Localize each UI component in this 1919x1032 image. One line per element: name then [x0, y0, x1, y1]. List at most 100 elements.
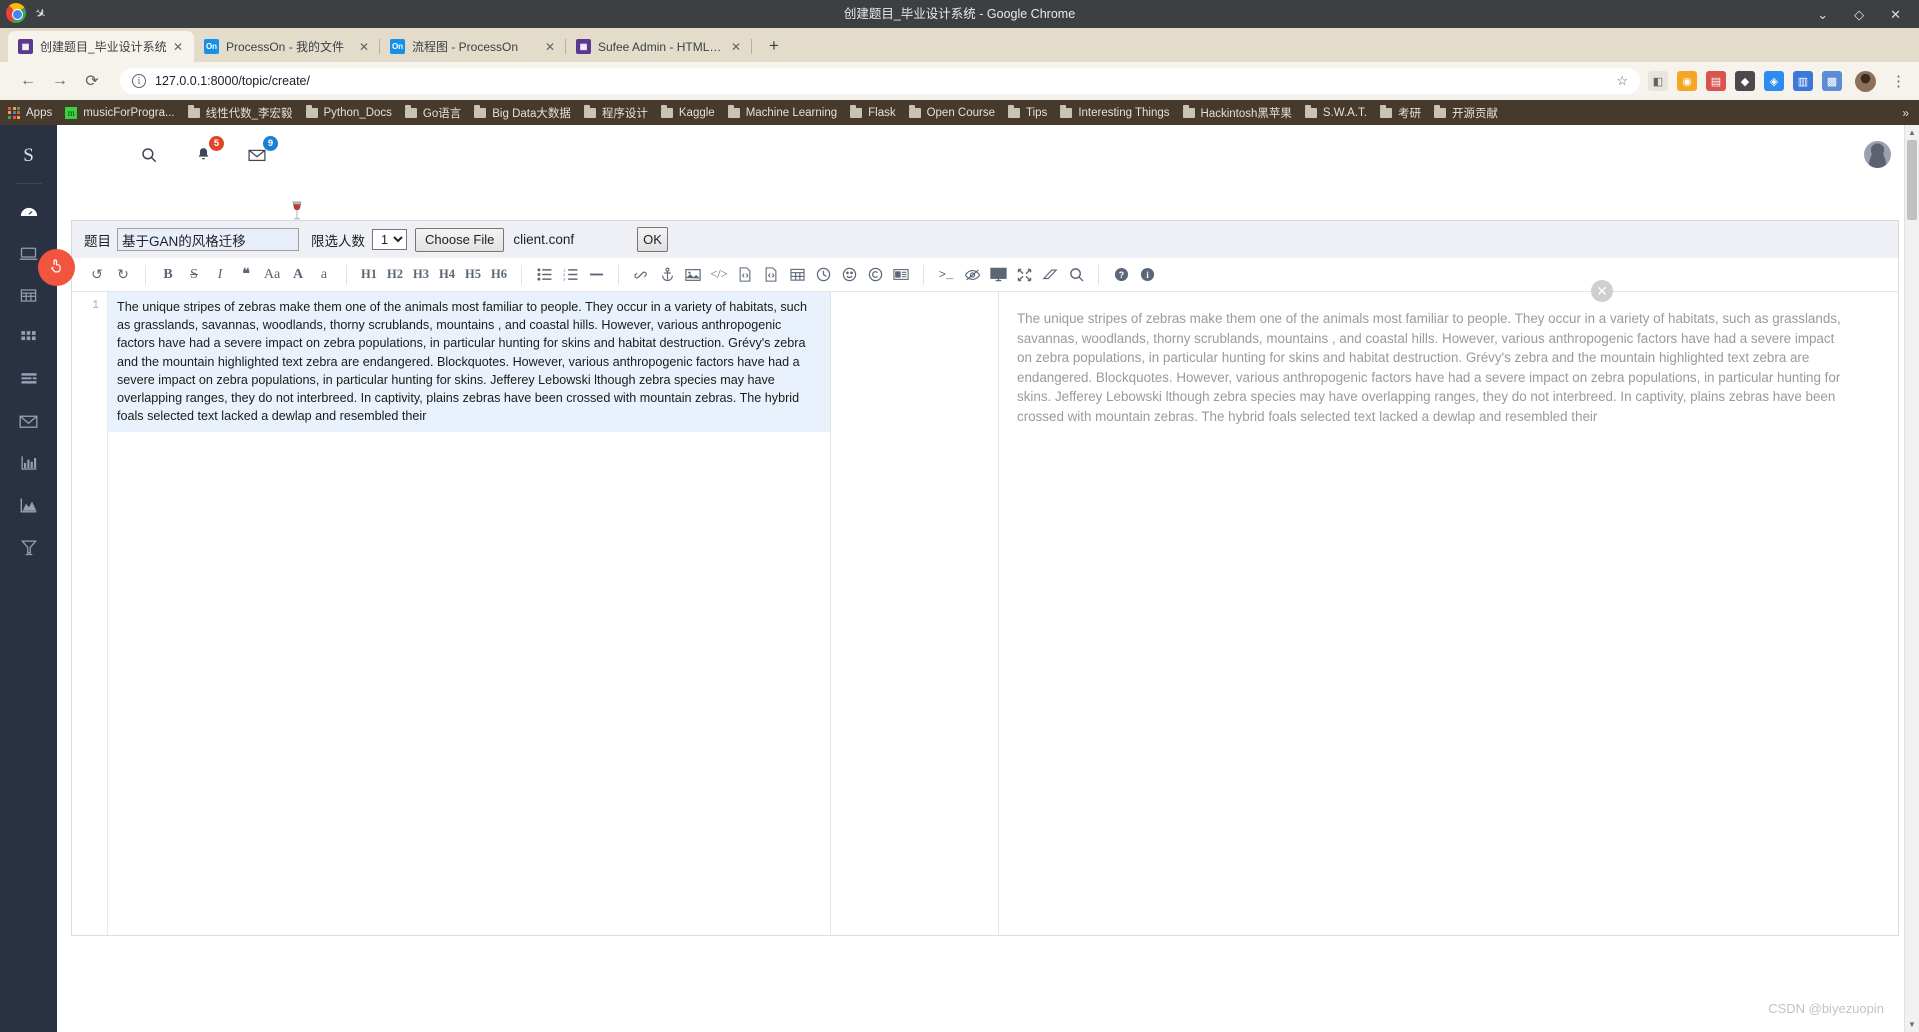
bold-button[interactable]: B — [155, 258, 181, 292]
font-size-button[interactable]: Aa — [259, 258, 285, 292]
browser-tab-1[interactable]: ▦ 创建题目_毕业设计系统 ✕ — [8, 31, 194, 62]
browser-tab-3[interactable]: On 流程图 - ProcessOn ✕ — [380, 31, 566, 62]
extension-icon-3[interactable]: ▤ — [1706, 71, 1726, 91]
sidebar-item-apps[interactable] — [9, 316, 49, 358]
clear-button[interactable] — [1037, 258, 1063, 292]
tab-close-icon[interactable]: ✕ — [356, 40, 372, 54]
bookmark-item[interactable]: 开源贡献 — [1434, 105, 1498, 121]
emoji-button[interactable] — [836, 258, 862, 292]
bookmark-item[interactable]: Open Course — [908, 105, 995, 119]
redo-button[interactable]: ↻ — [110, 258, 136, 292]
tab-close-icon[interactable]: ✕ — [728, 40, 744, 54]
editor-source-text[interactable]: The unique stripes of zebras make them o… — [108, 292, 830, 433]
address-bar[interactable]: i 127.0.0.1:8000/topic/create/ ☆ — [120, 68, 1640, 94]
close-icon[interactable]: ✕ — [1890, 8, 1901, 21]
bookmark-item[interactable]: Go语言 — [404, 105, 461, 121]
notifications-bell-icon[interactable]: 5 — [191, 135, 224, 167]
ok-button[interactable]: OK — [637, 227, 668, 252]
bookmark-item[interactable]: Machine Learning — [727, 105, 837, 119]
unordered-list-button[interactable] — [531, 258, 557, 292]
copyright-button[interactable] — [862, 258, 888, 292]
sidebar-item-filters[interactable] — [9, 526, 49, 568]
bookmark-item[interactable]: Big Data大数据 — [474, 105, 571, 121]
scroll-down-arrow-icon[interactable]: ▼ — [1905, 1017, 1919, 1032]
scrollbar-thumb[interactable] — [1907, 140, 1917, 220]
page-break-button[interactable] — [888, 258, 914, 292]
extension-icon-1[interactable]: ◧ — [1648, 71, 1668, 91]
table-button[interactable] — [784, 258, 810, 292]
back-button[interactable]: ← — [14, 67, 42, 95]
watch-toggle-button[interactable] — [959, 258, 985, 292]
maximize-icon[interactable]: ◇ — [1854, 8, 1864, 21]
site-info-icon[interactable]: i — [132, 74, 146, 88]
terminal-button[interactable]: >_ — [933, 258, 959, 292]
user-avatar[interactable] — [1864, 141, 1891, 168]
extension-icon-2[interactable]: ◉ — [1677, 71, 1697, 91]
help-button[interactable]: ? — [1108, 258, 1134, 292]
bookmark-item[interactable]: Python_Docs — [305, 105, 392, 119]
uppercase-button[interactable]: A — [285, 258, 311, 292]
extension-icon-6[interactable]: ▥ — [1793, 71, 1813, 91]
ordered-list-button[interactable]: 1 2 3 — [557, 258, 583, 292]
fullscreen-button[interactable] — [1011, 258, 1037, 292]
sidebar-item-dashboard[interactable] — [9, 190, 49, 232]
bookmark-item[interactable]: S.W.A.T. — [1304, 105, 1367, 119]
heading-2-button[interactable]: H2 — [382, 258, 408, 292]
lowercase-button[interactable]: a — [311, 258, 337, 292]
messages-envelope-icon[interactable]: 9 — [245, 135, 278, 167]
sidebar-item-bar-charts[interactable] — [9, 442, 49, 484]
code-block-button[interactable] — [732, 258, 758, 292]
bookmark-item[interactable]: Hackintosh黑苹果 — [1182, 105, 1292, 121]
bookmark-item[interactable]: Interesting Things — [1060, 105, 1170, 119]
bookmarks-overflow-icon[interactable]: » — [1902, 106, 1919, 120]
bookmark-apps[interactable]: Apps — [8, 106, 52, 119]
undo-button[interactable]: ↺ — [84, 258, 110, 292]
link-button[interactable] — [628, 258, 654, 292]
datetime-button[interactable] — [810, 258, 836, 292]
limit-count-select[interactable]: 1 — [372, 229, 407, 250]
bookmark-item[interactable]: Flask — [850, 105, 896, 119]
extension-icon-5[interactable]: ◈ — [1764, 71, 1784, 91]
page-scrollbar[interactable]: ▲ ▼ — [1904, 125, 1919, 1032]
heading-6-button[interactable]: H6 — [486, 258, 512, 292]
bookmark-star-icon[interactable]: ☆ — [1616, 73, 1628, 89]
anchor-button[interactable] — [654, 258, 680, 292]
topic-title-input[interactable] — [117, 228, 299, 251]
info-button[interactable]: i — [1134, 258, 1160, 292]
image-button[interactable] — [680, 258, 706, 292]
browser-tab-4[interactable]: ▦ Sufee Admin - HTML5 Admin ✕ — [566, 31, 752, 62]
heading-5-button[interactable]: H5 — [460, 258, 486, 292]
tab-close-icon[interactable]: ✕ — [170, 40, 186, 54]
heading-4-button[interactable]: H4 — [434, 258, 460, 292]
sidebar-brand[interactable]: S — [23, 139, 34, 173]
scroll-up-arrow-icon[interactable]: ▲ — [1905, 125, 1919, 140]
bookmark-item[interactable]: 线性代数_李宏毅 — [187, 105, 293, 121]
bookmark-item[interactable]: 程序设计 — [583, 105, 648, 121]
chrome-menu-icon[interactable]: ⋮ — [1891, 72, 1907, 90]
search-icon[interactable] — [137, 143, 161, 167]
sidebar-item-area-charts[interactable] — [9, 484, 49, 526]
sidebar-item-forms[interactable] — [9, 358, 49, 400]
reload-button[interactable]: ⟳ — [78, 67, 106, 95]
bookmark-item[interactable]: 考研 — [1380, 105, 1421, 121]
preview-close-icon[interactable]: ✕ — [1591, 280, 1613, 302]
new-tab-button[interactable]: + — [760, 32, 788, 60]
heading-3-button[interactable]: H3 — [408, 258, 434, 292]
minimize-icon[interactable]: ⌄ — [1817, 8, 1828, 21]
bookmark-item[interactable]: Kaggle — [660, 105, 715, 119]
code-button[interactable]: </> — [706, 258, 732, 292]
forward-button[interactable]: → — [46, 67, 74, 95]
quote-button[interactable]: ❝ — [233, 258, 259, 292]
extension-icon-7[interactable]: ▩ — [1822, 71, 1842, 91]
strikethrough-button[interactable]: S — [181, 258, 207, 292]
editor-code-pane[interactable]: The unique stripes of zebras make them o… — [108, 292, 831, 935]
profile-avatar[interactable] — [1855, 70, 1876, 92]
bookmark-item[interactable]: Tips — [1008, 105, 1047, 119]
bookmark-item[interactable]: m musicForProgra... — [65, 106, 175, 119]
sidebar-item-mailbox[interactable] — [9, 400, 49, 442]
feedback-fab-button[interactable] — [38, 249, 75, 286]
italic-button[interactable]: I — [207, 258, 233, 292]
preview-button[interactable] — [985, 258, 1011, 292]
extension-icon-4[interactable]: ◆ — [1735, 71, 1755, 91]
tab-close-icon[interactable]: ✕ — [542, 40, 558, 54]
